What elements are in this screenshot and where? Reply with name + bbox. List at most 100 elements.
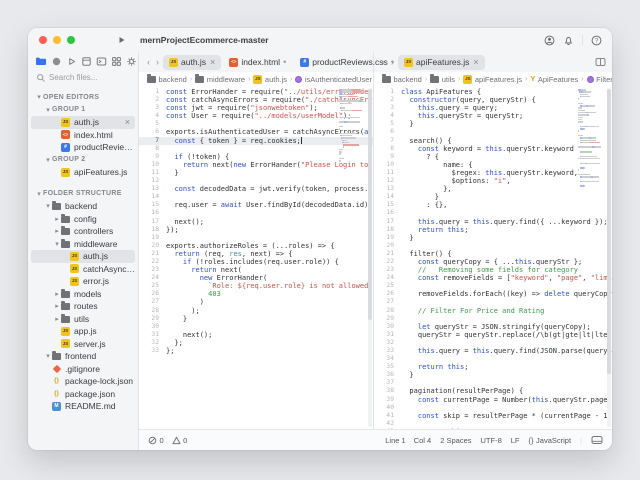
settings-gear-icon[interactable] xyxy=(126,56,138,67)
chevron-down-icon[interactable]: ▾ xyxy=(44,202,52,210)
scrollbar-thumb[interactable] xyxy=(607,89,611,374)
chevron-right-icon[interactable]: ▸ xyxy=(53,315,61,323)
encoding-indicator[interactable]: UTF-8 xyxy=(481,436,502,445)
chevron-right-icon[interactable]: ▸ xyxy=(53,227,61,235)
tree-item-gitignore[interactable]: .gitignore xyxy=(31,363,135,376)
chevron-right-icon[interactable]: ▸ xyxy=(53,302,61,310)
run-status-icon[interactable] xyxy=(50,56,62,67)
tree-item-catchasyncerrors[interactable]: JScatchAsyncErrors... xyxy=(31,263,135,276)
tree-item-error-js[interactable]: JSerror.js xyxy=(31,275,135,288)
tree-item-auth-js[interactable]: JSauth.js xyxy=(31,250,135,263)
line-number: 37 xyxy=(374,379,401,387)
tree-item-readme-md[interactable]: MREADME.md xyxy=(31,400,135,413)
tab-index-html[interactable]: <>index.html• xyxy=(223,55,292,70)
code-line-25: 25 xyxy=(374,282,612,290)
close-icon[interactable]: × xyxy=(210,57,215,67)
tree-item-controllers[interactable]: ▸controllers xyxy=(31,225,135,238)
close-icon[interactable]: × xyxy=(473,57,478,67)
tree-item-index-html[interactable]: <>index.html xyxy=(31,129,135,142)
close-window-button[interactable] xyxy=(39,36,47,44)
eol-indicator[interactable]: LF xyxy=(511,436,520,445)
nav-forward-icon[interactable]: › xyxy=(389,57,396,67)
tree-item-backend[interactable]: ▾backend xyxy=(31,200,135,213)
chevron-right-icon[interactable]: ▸ xyxy=(53,215,61,223)
chevron-down-icon[interactable]: ▾ xyxy=(44,352,52,360)
nav-back-icon[interactable]: ‹ xyxy=(145,57,152,67)
code-editor[interactable]: 1class ApiFeatures {2 constructor(query,… xyxy=(374,86,612,429)
tab-auth-js[interactable]: JSauth.js× xyxy=(163,55,221,70)
folder-icon xyxy=(61,316,70,323)
minimap[interactable] xyxy=(339,89,365,165)
breadcrumb-item-isauthenticateduser[interactable]: isAuthenticatedUser xyxy=(295,75,372,84)
errors-count[interactable]: 0 xyxy=(148,436,164,445)
breadcrumb-item-auth-js[interactable]: JSauth.js xyxy=(253,75,287,84)
breadcrumb-item-backend[interactable]: backend xyxy=(147,75,187,84)
package-icon[interactable] xyxy=(80,56,92,67)
minimap[interactable] xyxy=(578,89,604,188)
run-icon[interactable] xyxy=(65,56,77,67)
folder-icon xyxy=(430,76,439,83)
tree-item-app-js[interactable]: JSapp.js xyxy=(31,325,135,338)
notifications-icon[interactable] xyxy=(563,35,574,46)
minimap-line xyxy=(578,176,604,178)
problems-summary[interactable]: 0 0 xyxy=(148,436,187,445)
tree-item-package-json[interactable]: {}package.json xyxy=(31,388,135,401)
language-indicator[interactable]: {} JavaScript xyxy=(529,436,572,445)
breadcrumb-item-middleware[interactable]: middleware xyxy=(195,75,245,84)
tab-apifeatures-js[interactable]: JSapiFeatures.js× xyxy=(398,55,485,70)
minimap-line xyxy=(339,149,365,151)
minimap-line xyxy=(339,160,365,162)
files-icon[interactable] xyxy=(35,56,47,66)
breadcrumb-item-backend[interactable]: backend xyxy=(382,75,422,84)
account-icon[interactable] xyxy=(544,35,555,46)
panel-toggle-icon[interactable] xyxy=(591,435,603,445)
tree-item-auth-js[interactable]: JSauth.js× xyxy=(31,116,135,129)
tree-section-folder-structure[interactable]: ▾FOLDER STRUCTURE xyxy=(31,188,135,201)
minimize-window-button[interactable] xyxy=(53,36,61,44)
tree-item-server-js[interactable]: JSserver.js xyxy=(31,338,135,351)
zoom-window-button[interactable] xyxy=(67,36,75,44)
chevron-down-icon[interactable]: ▾ xyxy=(44,156,52,164)
tree-item-config[interactable]: ▸config xyxy=(31,213,135,226)
run-icon[interactable] xyxy=(118,36,126,44)
tree-item-routes[interactable]: ▸routes xyxy=(31,300,135,313)
js-icon: JS xyxy=(169,58,178,67)
tree-item-apifeatures-js[interactable]: JSapiFeatures.js xyxy=(31,166,135,179)
tree-section-group-1[interactable]: ▾GROUP 1 xyxy=(31,104,135,117)
chevron-down-icon[interactable]: ▾ xyxy=(35,93,43,101)
code-text: } xyxy=(401,234,414,242)
cursor-position[interactable]: Line 1 Col 4 xyxy=(385,436,431,445)
breadcrumb-item-filter[interactable]: Filter xyxy=(587,75,612,84)
tree-item-package-lock-json[interactable]: {}package-lock.json xyxy=(31,375,135,388)
code-text: ) xyxy=(166,298,204,306)
code-editor[interactable]: 1const ErrorHander = require("../utils/e… xyxy=(139,86,373,429)
chevron-right-icon[interactable]: ▸ xyxy=(53,290,61,298)
tree-item-models[interactable]: ▸models xyxy=(31,288,135,301)
nav-forward-icon[interactable]: › xyxy=(154,57,161,67)
split-editor-icon[interactable] xyxy=(595,57,606,67)
tree-section-group-2[interactable]: ▾GROUP 2 xyxy=(31,154,135,167)
chevron-down-icon[interactable]: ▾ xyxy=(44,106,52,114)
windows-icon[interactable] xyxy=(111,56,123,67)
breadcrumb-item-apifeatures[interactable]: YApiFeatures xyxy=(530,75,578,84)
line-number: 43 xyxy=(374,428,401,429)
warnings-count[interactable]: 0 xyxy=(172,436,188,445)
tree-section-open-editors[interactable]: ▾OPEN EDITORS xyxy=(31,91,135,104)
nav-back-icon[interactable]: ‹ xyxy=(380,57,387,67)
scrollbar[interactable] xyxy=(607,88,611,427)
search-input[interactable]: Search files... xyxy=(28,70,138,85)
breadcrumb-item-apifeatures-js[interactable]: JSapiFeatures.js xyxy=(463,75,522,84)
chevron-down-icon[interactable]: ▾ xyxy=(53,240,61,248)
tree-item-productreviews-css[interactable]: #productReviews.css xyxy=(31,141,135,154)
scrollbar[interactable] xyxy=(368,88,372,427)
tree-item-frontend[interactable]: ▾frontend xyxy=(31,350,135,363)
terminal-icon[interactable] xyxy=(96,56,108,67)
close-icon[interactable]: × xyxy=(125,118,130,127)
breadcrumb-item-utils[interactable]: utils xyxy=(430,75,455,84)
tree-item-utils[interactable]: ▸utils xyxy=(31,313,135,326)
help-icon[interactable]: ? xyxy=(591,35,602,46)
chevron-down-icon[interactable]: ▾ xyxy=(35,190,43,198)
scrollbar-thumb[interactable] xyxy=(368,89,372,320)
tree-item-middleware[interactable]: ▾middleware xyxy=(31,238,135,251)
indent-indicator[interactable]: 2 Spaces xyxy=(440,436,471,445)
